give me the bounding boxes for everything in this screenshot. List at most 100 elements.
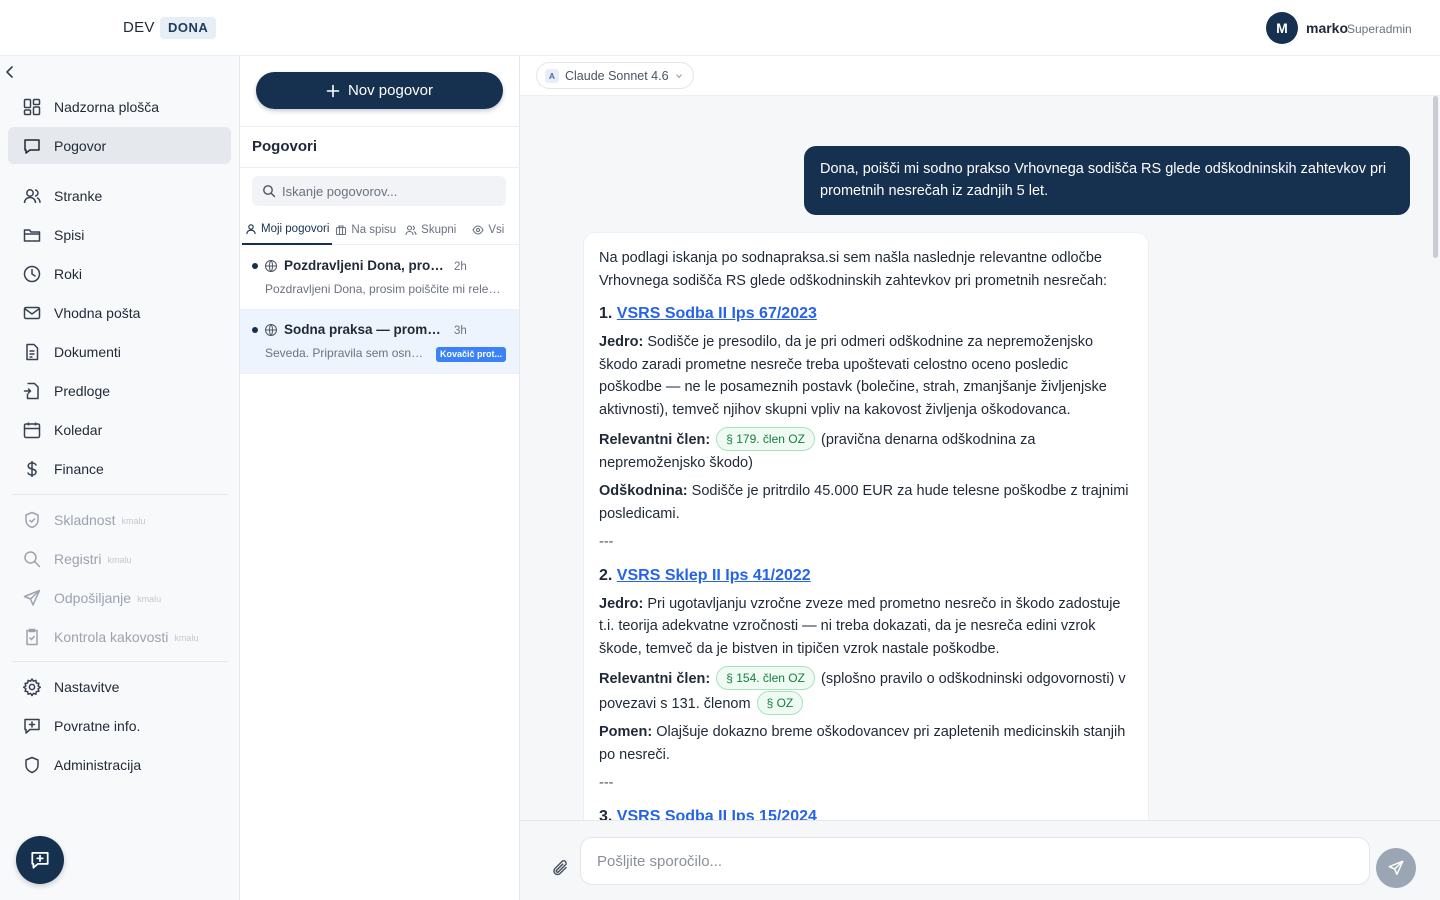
tab-on-file[interactable]: Na spisu xyxy=(332,215,399,245)
shield-check-icon xyxy=(25,511,39,528)
chat-icon xyxy=(24,138,40,154)
sidebar-item-label: Administracija xyxy=(54,756,142,773)
sidebar-item-quality-control[interactable]: Kontrola kakovosti kmalu xyxy=(8,618,231,655)
sidebar-item-settings[interactable]: Nastavitve xyxy=(8,668,231,705)
law-reference-chip[interactable]: § 179. člen OZ xyxy=(716,427,815,451)
new-conversation-button[interactable]: Nov pogovor xyxy=(256,72,503,109)
assistant-message: Na podlagi iskanja po sodnapraksa.si sem… xyxy=(583,232,1149,832)
sidebar-item-calendar[interactable]: Koledar xyxy=(8,411,231,448)
separator: --- xyxy=(599,534,614,550)
paperclip-icon[interactable] xyxy=(550,857,572,879)
user-role: Superadmin xyxy=(1347,22,1412,36)
sidebar-item-chat[interactable]: Pogovor xyxy=(8,127,231,164)
sidebar-item-finance[interactable]: Finance xyxy=(8,450,231,487)
user-name[interactable]: marko xyxy=(1306,20,1348,36)
chevron-left-icon xyxy=(6,66,13,78)
search-input[interactable] xyxy=(282,183,492,199)
sidebar-item-administration[interactable]: Administracija xyxy=(8,746,231,783)
law-reference-chip[interactable]: § 154. člen OZ xyxy=(716,666,815,690)
conversation-preview: Seveda. Pripravila sem osnutek xyxy=(265,346,429,360)
users-icon xyxy=(405,225,417,236)
sidebar-item-templates[interactable]: Predloge xyxy=(8,372,231,409)
case-tag[interactable]: Kovačič prot... xyxy=(436,347,506,362)
sidebar-item-feedback[interactable]: Povratne info. xyxy=(8,707,231,744)
sidebar-item-dashboard[interactable]: Nadzorna plošča xyxy=(8,88,231,125)
sidebar-item-files[interactable]: Spisi xyxy=(8,216,231,253)
dashboard-icon xyxy=(23,98,41,115)
document-icon xyxy=(26,343,39,360)
sidebar-item-label: Finance xyxy=(54,460,104,477)
panel-title: Pogovori xyxy=(252,138,318,155)
send-button[interactable] xyxy=(1376,848,1416,888)
composer xyxy=(520,820,1440,900)
template-icon xyxy=(23,382,39,399)
case-link[interactable]: VSRS Sklep II Ips 41/2022 xyxy=(617,567,811,584)
model-provider-icon: A xyxy=(545,68,559,83)
sidebar-item-deadlines[interactable]: Roki xyxy=(8,255,231,292)
conversation-item[interactable]: Sodna praksa — prometne nesreče 3h Seved… xyxy=(240,310,519,374)
conversation-title: Sodna praksa — prometne nesreče xyxy=(284,322,447,337)
sidebar-item-clients[interactable]: Stranke xyxy=(8,177,231,214)
model-selector[interactable]: A Claude Sonnet 4.6 xyxy=(536,62,694,89)
briefcase-icon xyxy=(336,225,347,236)
case-number: 2. xyxy=(599,566,613,584)
collapse-sidebar-button[interactable] xyxy=(2,62,18,82)
law-reference-chip[interactable]: § OZ xyxy=(756,690,804,715)
coming-soon-label: kmalu xyxy=(121,516,146,526)
conversation-time: 3h xyxy=(454,325,467,337)
case-core: Jedro: Sodišče je presodilo, da je pri o… xyxy=(599,331,1133,421)
tab-all[interactable]: Vsi xyxy=(469,215,507,245)
assistant-fab-button[interactable] xyxy=(16,836,64,884)
sidebar-item-label: Nadzorna plošča xyxy=(54,98,160,115)
model-name: Claude Sonnet 4.6 xyxy=(565,68,669,83)
panel-divider xyxy=(240,126,520,127)
sidebar-item-documents[interactable]: Dokumenti xyxy=(8,333,231,370)
chat-area: A Claude Sonnet 4.6 Dona, poišči mi sodn… xyxy=(520,56,1440,900)
mail-icon xyxy=(23,306,41,319)
sidebar-item-dispatch[interactable]: Odpošiljanje kmalu xyxy=(8,579,231,616)
case-heading: 1. VSRS Sodba II Ips 67/2023 xyxy=(599,302,1133,326)
sidebar-item-label: Stranke xyxy=(54,187,103,204)
globe-icon xyxy=(265,324,277,336)
tab-label: Moji pogovori xyxy=(261,223,330,235)
sidebar-item-label: Nastavitve xyxy=(54,678,120,695)
sidebar-item-registers[interactable]: Registri kmalu xyxy=(8,540,231,577)
conversation-item[interactable]: Pozdravljeni Dona, prosim poiščite mi re… xyxy=(240,246,519,310)
sidebar-item-label: Roki xyxy=(54,265,83,282)
field-label: Pomen: xyxy=(599,724,653,740)
case-core: Jedro: Pri ugotavljanju vzročne zveze me… xyxy=(599,593,1133,661)
chat-scrollbar[interactable] xyxy=(1433,96,1438,258)
user-message: Dona, poišči mi sodno prakso Vrhovnega s… xyxy=(804,146,1410,215)
tab-label: Na spisu xyxy=(351,224,397,236)
sidebar-item-label: Skladnost xyxy=(54,511,116,528)
sidebar-item-label: Registri xyxy=(54,550,102,567)
field-label: Relevantni člen: xyxy=(599,671,711,687)
case-link[interactable]: VSRS Sodba II Ips 67/2023 xyxy=(617,305,817,322)
sidebar-item-inbox[interactable]: Vhodna pošta xyxy=(8,294,231,331)
tab-my-conversations[interactable]: Moji pogovori xyxy=(242,215,333,245)
search-icon xyxy=(24,550,41,567)
search-box xyxy=(252,176,506,206)
unread-dot xyxy=(252,327,258,333)
field-label: Jedro: xyxy=(599,334,644,350)
user-avatar[interactable]: M xyxy=(1266,12,1298,44)
globe-icon xyxy=(265,260,277,272)
conversations-panel: Nov pogovor Pogovori Moji pogovori Na sp… xyxy=(240,56,520,900)
chat-plus-icon xyxy=(31,851,49,869)
field-label: Relevantni člen: xyxy=(599,432,711,448)
clipboard-check-icon xyxy=(26,628,38,645)
environment-label: DEV xyxy=(123,19,155,36)
sidebar-divider xyxy=(12,494,228,495)
logo[interactable] xyxy=(20,12,108,44)
search-icon xyxy=(263,185,276,198)
eye-icon xyxy=(472,225,484,235)
sidebar-item-compliance[interactable]: Skladnost kmalu xyxy=(8,501,231,538)
sidebar: Nadzorna plošča Pogovor Stranke Spisi Ro… xyxy=(0,56,240,900)
sidebar-divider xyxy=(12,661,228,662)
field-label: Jedro: xyxy=(599,595,644,612)
tab-shared[interactable]: Skupni xyxy=(402,215,459,245)
field-label: Odškodnina: xyxy=(599,483,688,499)
message-input[interactable] xyxy=(580,837,1370,885)
field-text: Olajšuje dokazno breme oškodovancev pri … xyxy=(599,724,1126,763)
plus-icon xyxy=(326,84,340,97)
